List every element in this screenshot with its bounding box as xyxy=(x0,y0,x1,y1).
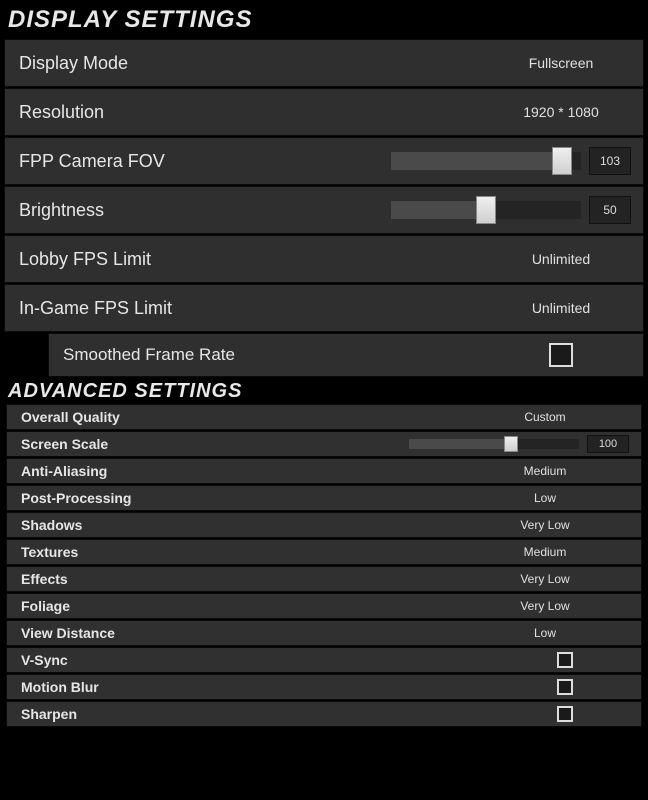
display-mode-label: Display Mode xyxy=(19,53,128,74)
motion-blur-checkbox[interactable] xyxy=(557,679,573,695)
view-distance-value[interactable]: Low xyxy=(485,626,605,640)
vsync-row[interactable]: V-Sync xyxy=(6,647,642,673)
sharpen-label: Sharpen xyxy=(21,706,77,722)
brightness-label: Brightness xyxy=(19,200,104,221)
resolution-label: Resolution xyxy=(19,102,104,123)
display-mode-value[interactable]: Fullscreen xyxy=(491,55,631,71)
resolution-value[interactable]: 1920 * 1080 xyxy=(491,104,631,120)
ingame-fps-value[interactable]: Unlimited xyxy=(491,300,631,316)
fpp-fov-value: 103 xyxy=(589,147,631,175)
fpp-fov-label: FPP Camera FOV xyxy=(19,151,165,172)
lobby-fps-label: Lobby FPS Limit xyxy=(19,249,151,270)
shadows-label: Shadows xyxy=(21,517,82,533)
sharpen-checkbox[interactable] xyxy=(557,706,573,722)
view-distance-label: View Distance xyxy=(21,625,115,641)
screen-scale-label: Screen Scale xyxy=(21,436,108,452)
shadows-value[interactable]: Very Low xyxy=(485,518,605,532)
motion-blur-label: Motion Blur xyxy=(21,679,99,695)
fpp-fov-row[interactable]: FPP Camera FOV 103 xyxy=(4,137,644,185)
overall-quality-value[interactable]: Custom xyxy=(485,410,605,424)
vsync-checkbox[interactable] xyxy=(557,652,573,668)
fpp-fov-slider[interactable] xyxy=(391,152,581,170)
anti-aliasing-label: Anti-Aliasing xyxy=(21,463,107,479)
overall-quality-label: Overall Quality xyxy=(21,409,120,425)
screen-scale-value: 100 xyxy=(587,435,629,453)
brightness-value: 50 xyxy=(589,196,631,224)
sharpen-row[interactable]: Sharpen xyxy=(6,701,642,727)
display-settings-header: DISPLAY SETTINGS xyxy=(0,0,648,38)
textures-value[interactable]: Medium xyxy=(485,545,605,559)
motion-blur-row[interactable]: Motion Blur xyxy=(6,674,642,700)
lobby-fps-value[interactable]: Unlimited xyxy=(491,251,631,267)
anti-aliasing-row[interactable]: Anti-Aliasing Medium xyxy=(6,458,642,484)
anti-aliasing-value[interactable]: Medium xyxy=(485,464,605,478)
screen-scale-slider[interactable] xyxy=(409,439,579,449)
vsync-label: V-Sync xyxy=(21,652,68,668)
shadows-row[interactable]: Shadows Very Low xyxy=(6,512,642,538)
textures-label: Textures xyxy=(21,544,78,560)
post-processing-row[interactable]: Post-Processing Low xyxy=(6,485,642,511)
smoothed-frame-rate-row[interactable]: Smoothed Frame Rate xyxy=(48,333,644,377)
resolution-row[interactable]: Resolution 1920 * 1080 xyxy=(4,88,644,136)
smoothed-frame-rate-label: Smoothed Frame Rate xyxy=(63,345,235,365)
foliage-row[interactable]: Foliage Very Low xyxy=(6,593,642,619)
brightness-slider[interactable] xyxy=(391,201,581,219)
textures-row[interactable]: Textures Medium xyxy=(6,539,642,565)
effects-row[interactable]: Effects Very Low xyxy=(6,566,642,592)
post-processing-value[interactable]: Low xyxy=(485,491,605,505)
display-mode-row[interactable]: Display Mode Fullscreen xyxy=(4,39,644,87)
screen-scale-row[interactable]: Screen Scale 100 xyxy=(6,431,642,457)
lobby-fps-row[interactable]: Lobby FPS Limit Unlimited xyxy=(4,235,644,283)
smoothed-frame-rate-checkbox[interactable] xyxy=(549,343,573,367)
post-processing-label: Post-Processing xyxy=(21,490,131,506)
effects-label: Effects xyxy=(21,571,68,587)
advanced-settings-header: ADVANCED SETTINGS xyxy=(0,378,648,403)
foliage-label: Foliage xyxy=(21,598,70,614)
overall-quality-row[interactable]: Overall Quality Custom xyxy=(6,404,642,430)
foliage-value[interactable]: Very Low xyxy=(485,599,605,613)
view-distance-row[interactable]: View Distance Low xyxy=(6,620,642,646)
brightness-row[interactable]: Brightness 50 xyxy=(4,186,644,234)
ingame-fps-row[interactable]: In-Game FPS Limit Unlimited xyxy=(4,284,644,332)
ingame-fps-label: In-Game FPS Limit xyxy=(19,298,172,319)
effects-value[interactable]: Very Low xyxy=(485,572,605,586)
